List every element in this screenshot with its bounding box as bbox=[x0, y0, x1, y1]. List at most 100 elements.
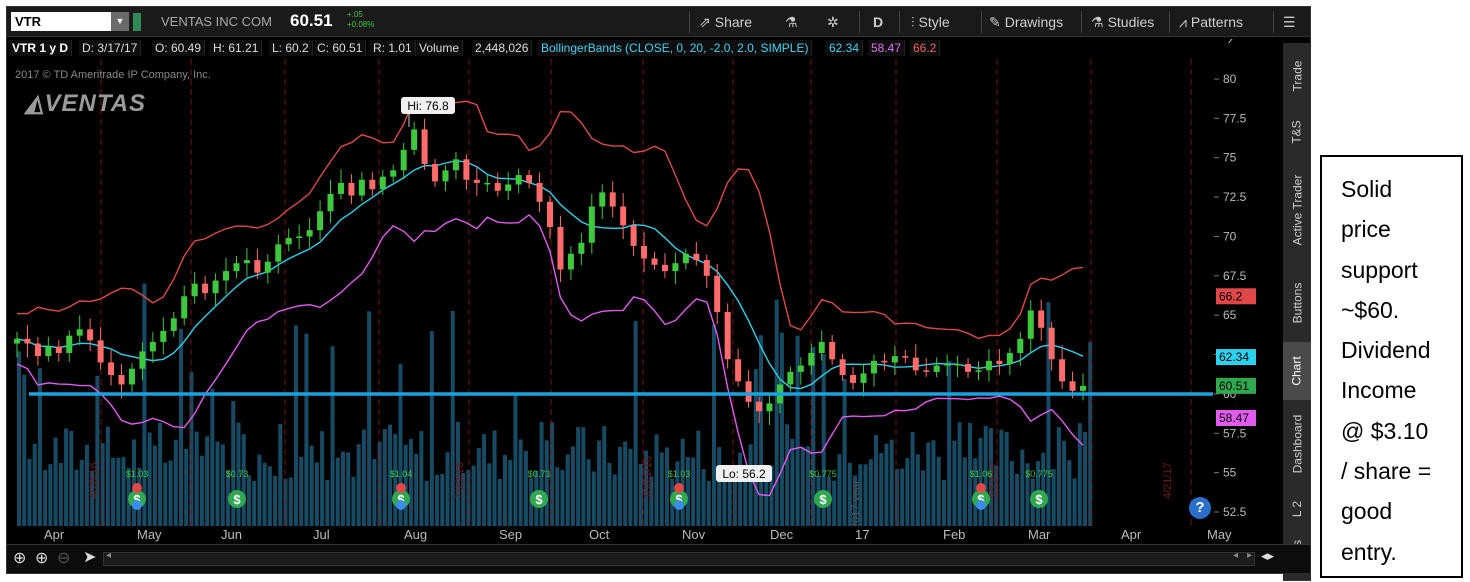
studies-button[interactable]: ⚗ Studies bbox=[1091, 7, 1154, 37]
help-icon[interactable]: ? bbox=[1189, 497, 1211, 519]
side-tab-chart[interactable]: Chart bbox=[1283, 342, 1311, 401]
candle-body bbox=[1027, 310, 1034, 339]
candle-body bbox=[118, 375, 125, 385]
volume-bar bbox=[168, 460, 173, 526]
volume-bar bbox=[152, 445, 157, 526]
price-chart[interactable]: 4/28/16 7/29/16 10/21/16 2/13/17 4/21/17 2017… bbox=[11, 59, 1213, 526]
candle-body bbox=[505, 184, 512, 191]
symbol-text: VTR bbox=[15, 14, 41, 29]
volume-bar bbox=[32, 443, 37, 526]
symbol-input[interactable]: VTR ▼ bbox=[11, 12, 129, 31]
side-tab-dashboard[interactable]: Dashboard bbox=[1283, 400, 1311, 489]
volume-bar bbox=[779, 332, 784, 526]
volume-bar bbox=[1004, 431, 1009, 526]
flask-button[interactable]: ⚗ bbox=[785, 7, 802, 37]
candle-body bbox=[55, 346, 62, 353]
scroll-right-icon[interactable]: ▸ bbox=[1247, 550, 1252, 561]
earnings-marker-icon[interactable] bbox=[396, 483, 406, 493]
volume-bar bbox=[37, 368, 42, 526]
candle-body bbox=[66, 335, 73, 353]
volume-bar bbox=[884, 443, 889, 526]
scroll-left-end-icon[interactable]: ◂ bbox=[1233, 550, 1238, 561]
studies-label: Studies bbox=[1107, 14, 1155, 30]
earnings-marker-icon[interactable] bbox=[132, 483, 142, 493]
expand-chart-icon[interactable]: ◂▸ bbox=[1261, 548, 1274, 564]
volume-bar bbox=[962, 457, 967, 526]
candle-body bbox=[275, 244, 282, 262]
zoom-in-icon[interactable]: ⊕ bbox=[35, 548, 48, 568]
candle-body bbox=[808, 352, 815, 366]
candle-body bbox=[912, 357, 919, 371]
side-tab-label: Trade bbox=[1290, 60, 1304, 91]
info-symbol-period: VTR 1 y D bbox=[9, 40, 73, 56]
candle-body bbox=[839, 359, 846, 376]
pointer-cursor-icon[interactable]: ➤ bbox=[83, 547, 96, 567]
earnings-marker-icon[interactable] bbox=[976, 483, 986, 493]
volume-bar bbox=[283, 478, 288, 526]
side-tab-t-s[interactable]: T&S bbox=[1283, 108, 1311, 157]
earnings-marker-icon[interactable] bbox=[674, 483, 684, 493]
info-marker-icon[interactable] bbox=[976, 500, 986, 510]
side-tab-l-2[interactable]: L 2 bbox=[1283, 488, 1311, 531]
candle-body bbox=[442, 170, 449, 182]
volume-bar bbox=[931, 440, 936, 526]
volume-bar bbox=[1020, 449, 1025, 526]
price-tag-label: 60.51 bbox=[1219, 379, 1249, 393]
menu-button[interactable]: ☰ bbox=[1283, 7, 1300, 37]
side-tab-active-trader[interactable]: Active Trader bbox=[1283, 156, 1311, 265]
drawings-label: Drawings bbox=[1004, 14, 1064, 30]
x-tick-label: Apr bbox=[44, 527, 65, 542]
gear-icon: ✲ bbox=[827, 14, 839, 30]
candle-body bbox=[954, 363, 961, 366]
symbol-dropdown-icon[interactable]: ▼ bbox=[111, 12, 129, 31]
x-tick-label: Sep bbox=[499, 527, 523, 542]
annotation-line: ~$60. bbox=[1341, 296, 1400, 323]
annotation-line: @ $3.10 bbox=[1341, 417, 1429, 444]
info-marker-icon[interactable] bbox=[396, 500, 406, 510]
x-tick-label: Feb bbox=[943, 527, 966, 542]
side-tab-trade[interactable]: Trade bbox=[1283, 43, 1311, 109]
toolbar-divider bbox=[1273, 11, 1274, 33]
volume-bar bbox=[22, 374, 27, 526]
candle-body bbox=[881, 360, 888, 363]
patterns-button[interactable]: ⩘ Patterns bbox=[1179, 7, 1243, 37]
price-axis[interactable]: 8077.57572.57067.56562.56057.55552.5 66.… bbox=[1214, 43, 1282, 533]
volume-bar bbox=[252, 480, 257, 526]
style-label: Style bbox=[918, 14, 950, 30]
zoom-out-icon[interactable]: ⊖ bbox=[57, 548, 70, 568]
info-marker-icon[interactable] bbox=[674, 500, 684, 510]
pan-crosshair-icon[interactable]: ⊕ bbox=[13, 548, 26, 568]
dividend-amount-label: $1.03 bbox=[668, 469, 691, 479]
drawings-button[interactable]: ✎ Drawings bbox=[989, 7, 1063, 37]
share-button[interactable]: ⇗ Share bbox=[699, 7, 752, 37]
volume-bar bbox=[513, 393, 518, 526]
info-marker-icon[interactable] bbox=[132, 500, 142, 510]
side-tab-buttons[interactable]: Buttons bbox=[1283, 264, 1311, 343]
volume-bar bbox=[382, 429, 387, 526]
candle-body bbox=[97, 340, 104, 363]
link-color-indicator[interactable] bbox=[133, 13, 141, 31]
volume-bar bbox=[915, 454, 920, 526]
toolbar-divider bbox=[1169, 11, 1170, 33]
candle-body bbox=[139, 351, 146, 369]
toolbar-divider bbox=[981, 11, 982, 33]
volume-bar bbox=[508, 459, 513, 526]
volume-bar bbox=[53, 437, 58, 526]
net-change: +.05 +0.08% bbox=[347, 10, 374, 30]
volume-bar bbox=[800, 447, 805, 526]
horizontal-scrollbar[interactable]: ◂ ◂ ▸ bbox=[103, 550, 1255, 566]
candle-body bbox=[515, 175, 522, 185]
volume-bar bbox=[1067, 460, 1072, 526]
scroll-left-icon[interactable]: ◂ bbox=[106, 550, 111, 561]
ventas-logo: ◭VENTAS bbox=[25, 89, 146, 118]
x-tick-label: Apr bbox=[1121, 527, 1142, 542]
style-button[interactable]: ⫶ Style bbox=[911, 7, 950, 37]
candle-body bbox=[264, 261, 271, 273]
settings-button[interactable]: ✲ bbox=[827, 7, 843, 37]
info-bollinger-study[interactable]: BollingerBands (CLOSE, 0, 20, -2.0, 2.0,… bbox=[538, 40, 813, 56]
volume-bar bbox=[941, 479, 946, 526]
candle-body bbox=[609, 192, 616, 207]
time-axis[interactable]: Apr May Jun Jul Aug Sep Oct Nov Dec 17 Feb Mar Apr Ma… bbox=[7, 526, 1232, 544]
candle-body bbox=[45, 346, 52, 357]
period-button[interactable]: D bbox=[873, 7, 883, 37]
